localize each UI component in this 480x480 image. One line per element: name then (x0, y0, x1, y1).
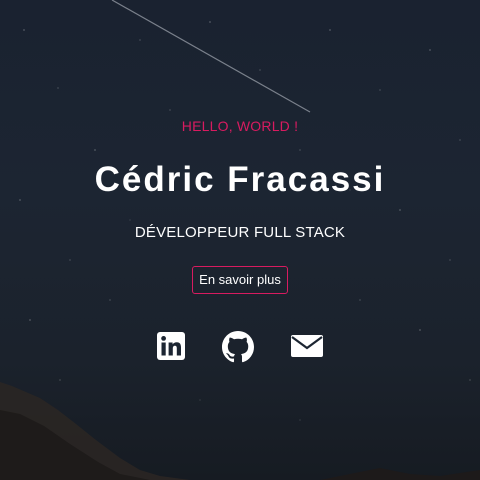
email-icon (291, 335, 323, 357)
linkedin-icon (157, 332, 185, 360)
github-icon (222, 331, 254, 363)
page-title: Cédric Fracassi (94, 160, 386, 199)
job-title: DÉVELOPPEUR FULL STACK (134, 224, 346, 241)
github-link[interactable] (222, 331, 254, 363)
hero-section: HELLO, WORLD ! Cédric Fracassi DÉVELOPPE… (0, 0, 480, 480)
email-link[interactable] (290, 331, 323, 361)
greeting-text: HELLO, WORLD ! (181, 118, 299, 134)
hero-content: HELLO, WORLD ! Cédric Fracassi DÉVELOPPE… (0, 0, 480, 480)
learn-more-button[interactable]: En savoir plus (192, 266, 288, 294)
linkedin-link[interactable] (156, 331, 188, 361)
